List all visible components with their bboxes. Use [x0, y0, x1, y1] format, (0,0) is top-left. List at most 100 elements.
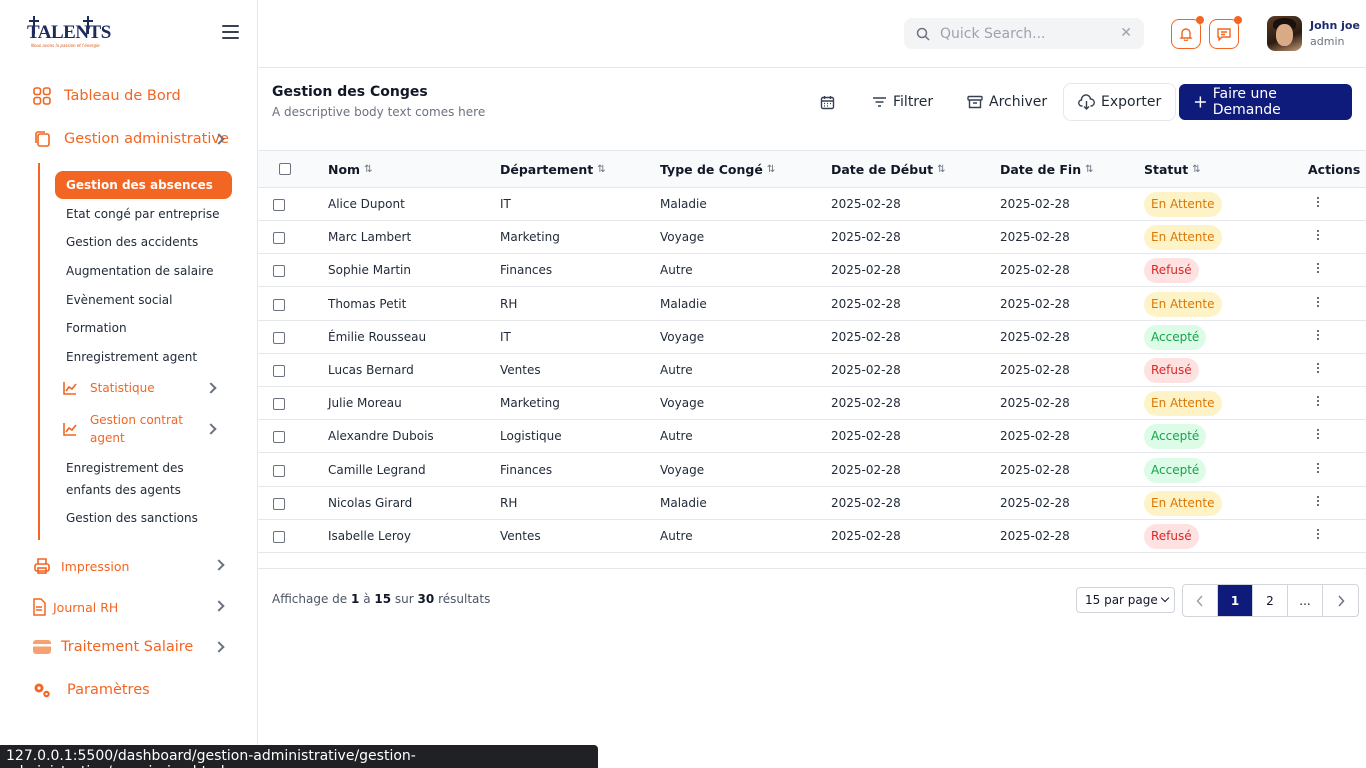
sidebar-item-gestion-des-absences[interactable]: Gestion des absences — [55, 171, 232, 199]
sidebar-item-augmentation[interactable]: Augmentation de salaire — [66, 260, 213, 282]
sidebar-item-enregistrement-agent[interactable]: Enregistrement agent — [66, 346, 197, 368]
quick-search[interactable]: ✕ — [904, 18, 1144, 49]
column-header-nom[interactable]: Nom ⇅ — [328, 162, 372, 177]
search-icon — [916, 27, 930, 41]
row-actions-kebab-icon[interactable] — [1314, 529, 1322, 543]
sidebar-item-formation[interactable]: Formation — [66, 317, 127, 339]
prev-page-button[interactable] — [1183, 585, 1218, 616]
row-checkbox[interactable] — [273, 497, 285, 510]
row-actions-kebab-icon[interactable] — [1314, 329, 1322, 344]
calendar-button[interactable] — [820, 84, 841, 120]
cell-departement: Ventes — [500, 529, 541, 543]
sidebar-item-sanctions[interactable]: Gestion des sanctions — [66, 507, 198, 529]
row-checkbox[interactable] — [273, 265, 285, 278]
column-header-statut[interactable]: Statut ⇅ — [1144, 162, 1201, 177]
cell-departement: Finances — [500, 462, 553, 477]
row-actions-kebab-icon[interactable] — [1314, 197, 1322, 211]
column-header-date-debut[interactable]: Date de Début ⇅ — [831, 162, 945, 177]
select-all-checkbox[interactable] — [279, 163, 291, 175]
row-actions-kebab-icon[interactable] — [1314, 296, 1322, 311]
row-checkbox[interactable] — [273, 431, 285, 444]
export-button[interactable]: Exporter — [1063, 83, 1177, 121]
sidebar-item-evenement[interactable]: Evènement social — [66, 289, 172, 311]
column-header-departement[interactable]: Département ⇅ — [500, 162, 606, 177]
notifications-button[interactable] — [1171, 16, 1204, 49]
status-badge: En Attente — [1144, 391, 1222, 417]
row-checkbox[interactable] — [273, 232, 285, 245]
row-actions-kebab-icon[interactable] — [1314, 230, 1322, 244]
nav-journal-rh[interactable]: Journal RH — [32, 597, 118, 617]
row-checkbox[interactable] — [273, 331, 285, 344]
column-label: Statut — [1144, 162, 1189, 177]
credit-card-icon — [32, 637, 52, 657]
chevron-right-icon[interactable] — [213, 559, 225, 571]
bell-icon — [1179, 28, 1193, 41]
clear-search-icon[interactable]: ✕ — [1120, 25, 1132, 41]
page-button-ellipsis[interactable]: ... — [1288, 585, 1323, 616]
table-row: Marc Lambert Marketing Voyage 2025-02-28 202… — [258, 221, 1366, 255]
row-actions-kebab-icon[interactable] — [1314, 363, 1322, 377]
status-badge: En Attente — [1144, 291, 1222, 317]
summary-from: 1 — [351, 592, 360, 606]
per-page-select[interactable]: 15 par page — [1076, 587, 1175, 613]
sidebar-item-accidents[interactable]: Gestion des accidents — [66, 231, 198, 253]
filter-button[interactable]: Filtrer — [872, 84, 933, 120]
nav-label: Tableau de Bord — [64, 88, 181, 104]
archive-button[interactable]: Archiver — [967, 84, 1047, 120]
status-badge: En Attente — [1144, 490, 1222, 516]
brand-logo[interactable]: TALENTS Nous avons la passion et l'énerg… — [27, 16, 111, 54]
cell-nom: Isabelle Leroy — [328, 529, 411, 543]
avatar[interactable] — [1267, 16, 1302, 51]
row-checkbox[interactable] — [273, 464, 285, 477]
summary-total: 30 — [417, 592, 435, 606]
page-button-1[interactable]: 1 — [1218, 585, 1253, 616]
messages-button[interactable] — [1209, 16, 1242, 49]
chevron-right-icon[interactable] — [213, 641, 225, 653]
cell-date-debut: 2025-02-28 — [831, 296, 901, 311]
row-actions-kebab-icon[interactable] — [1314, 263, 1322, 277]
nav-parametres[interactable]: Paramètres — [32, 680, 150, 700]
sidebar-item-enfants[interactable]: Enregistrement des enfants des agents — [66, 457, 184, 501]
status-badge: Refusé — [1144, 524, 1199, 549]
search-input[interactable] — [940, 25, 1110, 42]
sidebar-item-statistique[interactable]: Statistique — [62, 379, 155, 397]
sidebar-item-gestion-contrat[interactable]: Gestion contrat agent — [62, 411, 183, 447]
next-page-button[interactable] — [1323, 585, 1358, 616]
chevron-right-icon[interactable] — [205, 382, 217, 394]
faire-demande-button[interactable]: Faire une Demande — [1179, 84, 1352, 120]
summary-prefix: Affichage de — [272, 592, 348, 606]
cell-type: Autre — [660, 263, 693, 278]
cell-departement: RH — [500, 296, 518, 311]
column-label: Date de Début — [831, 162, 934, 177]
table-row: Alexandre Dubois Logistique Autre 2025-02-2… — [258, 420, 1366, 454]
nav-gestion-administrative[interactable]: Gestion administrative — [32, 129, 229, 149]
nav-impression[interactable]: Impression — [32, 556, 129, 576]
row-actions-kebab-icon[interactable] — [1314, 462, 1322, 477]
status-badge: Accepté — [1144, 324, 1207, 350]
nav-tableau-de-bord[interactable]: Tableau de Bord — [32, 86, 181, 106]
row-checkbox[interactable] — [273, 398, 285, 411]
row-actions-kebab-icon[interactable] — [1314, 495, 1322, 510]
column-header-date-fin[interactable]: Date de Fin ⇅ — [1000, 162, 1094, 177]
menu-toggle-icon[interactable] — [222, 25, 239, 39]
nav-label: Journal RH — [53, 599, 119, 615]
cell-date-fin: 2025-02-28 — [1000, 197, 1070, 211]
chevron-right-icon[interactable] — [213, 600, 225, 612]
cell-date-fin: 2025-02-28 — [1000, 462, 1070, 477]
row-checkbox[interactable] — [273, 365, 285, 377]
row-actions-kebab-icon[interactable] — [1314, 396, 1322, 410]
chevron-right-icon[interactable] — [205, 423, 217, 435]
row-checkbox[interactable] — [273, 298, 285, 311]
submenu-rail — [38, 163, 40, 540]
row-actions-kebab-icon[interactable] — [1314, 429, 1322, 443]
row-checkbox[interactable] — [273, 531, 285, 543]
row-checkbox[interactable] — [273, 199, 285, 211]
filter-label: Filtrer — [893, 94, 934, 110]
sidebar-item-etat-conge[interactable]: Etat congé par entreprise — [66, 203, 220, 225]
page-button-2[interactable]: 2 — [1253, 585, 1288, 616]
column-header-type[interactable]: Type de Congé ⇅ — [660, 162, 775, 177]
label-line-2: agent — [90, 431, 125, 445]
nav-traitement-salaire[interactable]: Traitement Salaire — [32, 637, 193, 657]
plus-icon — [1194, 96, 1206, 108]
user-name[interactable]: John joe — [1310, 19, 1360, 32]
